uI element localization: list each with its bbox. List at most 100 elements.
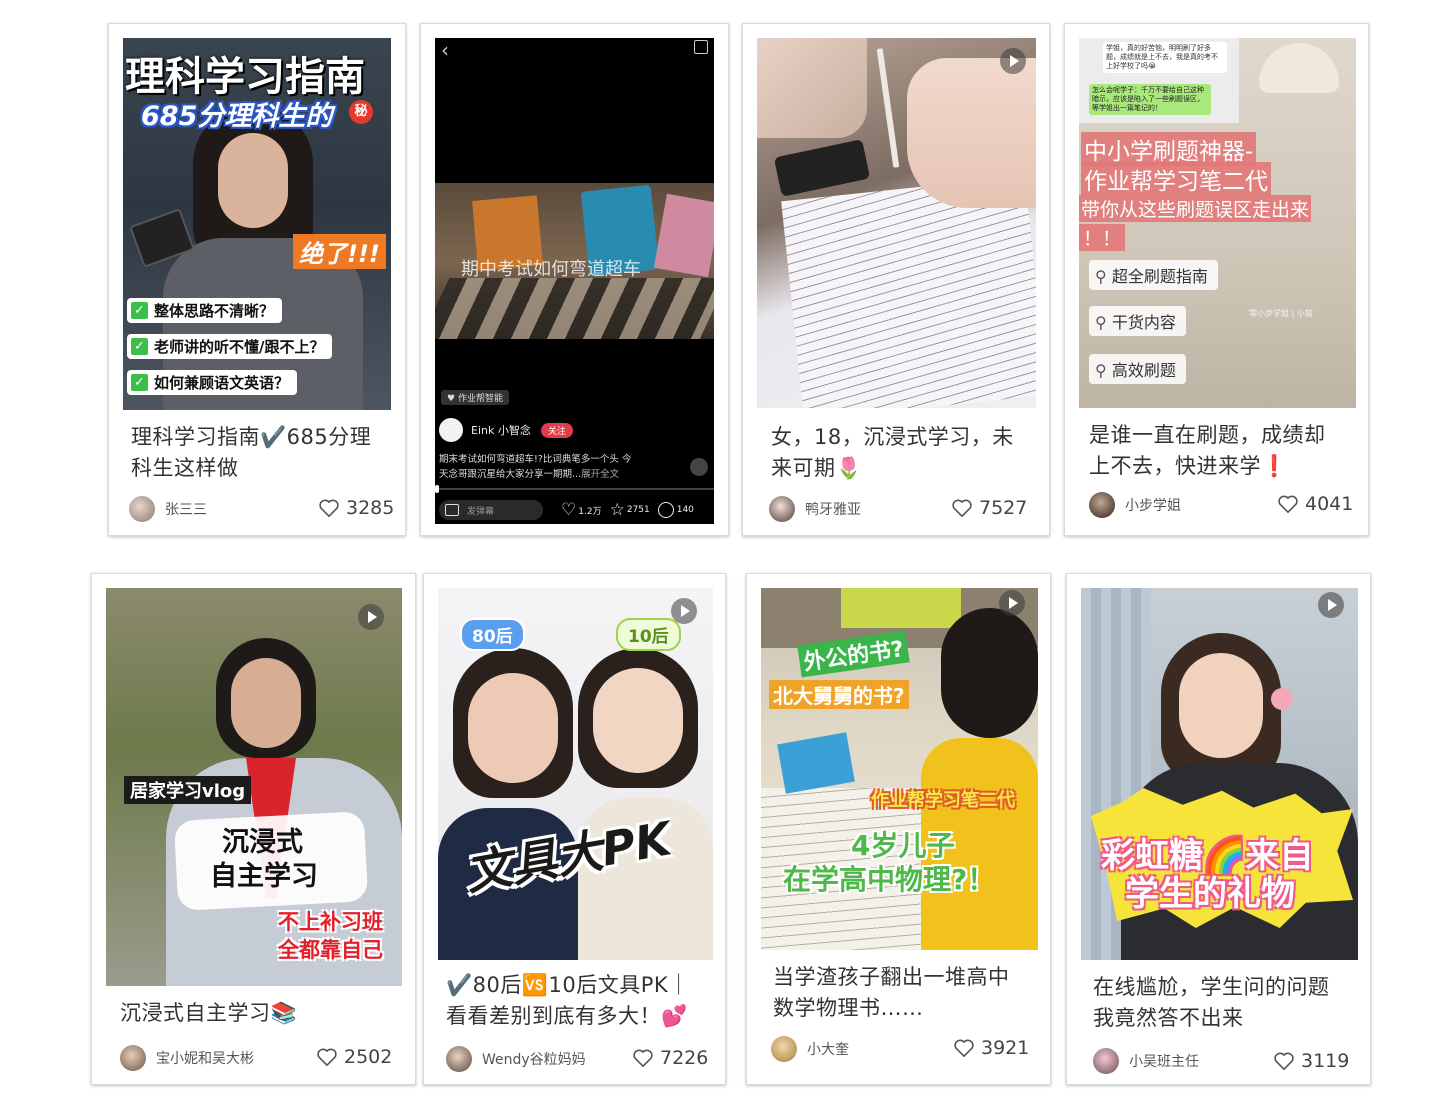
cover-image[interactable]: 居家学习vlog 沉浸式 自主学习 不上补习班 全都靠自己 bbox=[106, 588, 402, 986]
checkbox-icon: ✓ bbox=[131, 302, 148, 319]
like-button[interactable]: 3119 bbox=[1273, 1050, 1349, 1072]
checklist-item: ✓ 如何兼顾语文英语？ bbox=[127, 370, 298, 395]
cover-red-text: 不上补习班 bbox=[278, 910, 383, 934]
channel-name: Eink 小智念 bbox=[471, 424, 531, 437]
note-title[interactable]: 当学渣孩子翻出一堆高中 数学物理书…… bbox=[773, 962, 1038, 1024]
note-title[interactable]: 在线尴尬，学生问的问题 我竟然答不出来 bbox=[1093, 972, 1358, 1034]
progress-bar[interactable] bbox=[435, 485, 714, 493]
note-card[interactable]: 理科学习指南 685分理科生的 秘 绝了!!! ✓ 整体思路不清晰？ ✓ 老师讲的听… bbox=[108, 23, 406, 536]
video-description[interactable]: 期末考试如何弯道超车!?比词典笔多一个头 今 天念哥跟沉星给大家分享一期期...… bbox=[439, 452, 701, 482]
share-icon[interactable] bbox=[694, 40, 708, 54]
follow-button[interactable]: 关注 bbox=[540, 422, 573, 438]
author[interactable]: 张三三 bbox=[129, 496, 207, 522]
author-name: 小吴班主任 bbox=[1129, 1054, 1199, 1070]
like-button[interactable]: 7527 bbox=[951, 497, 1027, 519]
cover-big-text: 在学高中物理?！ bbox=[783, 863, 996, 896]
heart-icon bbox=[319, 499, 339, 517]
author[interactable]: 宝小妮和吴大彬 bbox=[120, 1045, 254, 1071]
note-card[interactable]: 居家学习vlog 沉浸式 自主学习 不上补习班 全都靠自己 沉浸式自主学习📚 宝… bbox=[91, 573, 416, 1085]
star-icon[interactable]: ☆ bbox=[610, 500, 625, 520]
author[interactable]: 小大奎 bbox=[771, 1036, 849, 1062]
note-card[interactable]: 学姐，真的好苦恼，明明刷了好多题，成绩就是上不去，我是真的考不上好学校了吗😭 怎… bbox=[1064, 23, 1369, 536]
author[interactable]: 鸭牙雅亚 bbox=[769, 496, 861, 522]
pin-tag: ⚲ 高效刷题 bbox=[1089, 354, 1186, 384]
cover-image[interactable]: 学姐，真的好苦恼，明明刷了好多题，成绩就是上不去，我是真的考不上好学校了吗😭 怎… bbox=[1079, 38, 1356, 408]
video-caption: 期中考试如何弯道超车 bbox=[461, 259, 641, 280]
author-name: 张三三 bbox=[165, 502, 207, 518]
location-pin-icon: ⚲ bbox=[1095, 267, 1112, 286]
note-title[interactable]: 女，18，沉浸式学习，未 来可期🌷 bbox=[771, 422, 1031, 484]
play-icon[interactable] bbox=[1000, 48, 1026, 74]
note-card[interactable]: 彩虹糖🌈来自 学生的礼物 在线尴尬，学生问的问题 我竟然答不出来 小吴班主任 31… bbox=[1066, 573, 1371, 1085]
author[interactable]: 小吴班主任 bbox=[1093, 1048, 1199, 1074]
note-card[interactable]: ‹ 期中考试如何弯道超车 ♥ 作业帮智能 Eink 小智念 关注 期末考试如何弯… bbox=[420, 23, 729, 536]
heart-icon bbox=[633, 1049, 653, 1067]
avatar bbox=[771, 1036, 797, 1062]
video-frame[interactable]: 期中考试如何弯道超车 bbox=[435, 183, 714, 339]
checkbox-icon: ✓ bbox=[131, 374, 148, 391]
play-icon[interactable] bbox=[358, 604, 384, 630]
like-count: 3119 bbox=[1301, 1050, 1350, 1072]
author-name: 小步学姐 bbox=[1125, 498, 1181, 514]
note-title[interactable]: 沉浸式自主学习📚 bbox=[120, 998, 400, 1029]
cover-big-text: 学生的礼物 bbox=[1125, 874, 1295, 914]
like-button[interactable]: 7226 bbox=[632, 1047, 708, 1069]
cover-image[interactable]: 外公的书? 北大舅舅的书? 作业帮学习笔二代 4岁儿子 在学高中物理?！ bbox=[761, 588, 1038, 950]
checklist-item: ✓ 老师讲的听不懂/跟不上？ bbox=[127, 334, 333, 359]
note-card[interactable]: 80后 10后 文具大PK ✔️80后🆚10后文具PK｜ 看看差别到底有多大！💕 … bbox=[423, 573, 726, 1085]
avatar bbox=[446, 1046, 472, 1072]
cover-image[interactable]: 理科学习指南 685分理科生的 秘 绝了!!! ✓ 整体思路不清晰？ ✓ 老师讲的听… bbox=[123, 38, 391, 410]
video-player[interactable]: ‹ 期中考试如何弯道超车 ♥ 作业帮智能 Eink 小智念 关注 期末考试如何弯… bbox=[435, 38, 714, 524]
video-actions: ♡ 1.2万 ☆ 2751 140 bbox=[561, 500, 694, 520]
like-count: 2502 bbox=[344, 1046, 393, 1068]
like-button[interactable]: 3921 bbox=[953, 1037, 1029, 1059]
author-name: 鸭牙雅亚 bbox=[805, 502, 861, 518]
expand-link[interactable]: 展开全文 bbox=[581, 469, 619, 480]
cover-line: 带你从这些刷题误区走出来 bbox=[1079, 195, 1312, 222]
cover-image[interactable] bbox=[757, 38, 1036, 408]
cover-question: 北大舅舅的书? bbox=[769, 680, 909, 709]
avatar bbox=[120, 1045, 146, 1071]
note-title[interactable]: 是谁一直在刷题，成绩却 上不去，快进来学❗ bbox=[1089, 420, 1354, 482]
fullscreen-icon[interactable] bbox=[690, 458, 708, 476]
heart-icon[interactable]: ♡ bbox=[561, 500, 576, 520]
comment-icon[interactable] bbox=[657, 502, 674, 518]
avatar bbox=[769, 496, 795, 522]
like-button[interactable]: 3285 bbox=[318, 497, 394, 519]
author[interactable]: Wendy谷粒妈妈 bbox=[446, 1046, 586, 1072]
like-count: 4041 bbox=[1305, 493, 1354, 515]
play-icon[interactable] bbox=[999, 590, 1025, 616]
cover-image[interactable]: 彩虹糖🌈来自 学生的礼物 bbox=[1081, 588, 1358, 960]
like-count: 7527 bbox=[979, 497, 1028, 519]
chat-bubble: 学姐，真的好苦恼，明明刷了好多题，成绩就是上不去，我是真的考不上好学校了吗😭 bbox=[1103, 42, 1227, 73]
checkbox-icon: ✓ bbox=[131, 338, 148, 355]
author[interactable]: 小步学姐 bbox=[1089, 492, 1181, 518]
note-title[interactable]: 理科学习指南✔️685分理 科生这样做 bbox=[131, 422, 396, 484]
back-icon[interactable]: ‹ bbox=[441, 38, 449, 62]
cover-line: 中小学刷题神器- bbox=[1081, 132, 1257, 166]
like-count: 3921 bbox=[981, 1037, 1030, 1059]
heart-icon bbox=[1278, 495, 1298, 513]
channel-avatar bbox=[439, 418, 463, 442]
note-title[interactable]: ✔️80后🆚10后文具PK｜ 看看差别到底有多大！💕 bbox=[446, 970, 716, 1032]
heart-icon bbox=[317, 1048, 337, 1066]
like-count: 3285 bbox=[346, 497, 395, 519]
avatar bbox=[129, 496, 155, 522]
cover-tag: 居家学习vlog bbox=[124, 776, 252, 804]
note-card[interactable]: 外公的书? 北大舅舅的书? 作业帮学习笔二代 4岁儿子 在学高中物理?！ 当学渣… bbox=[746, 573, 1051, 1085]
checklist-item: ✓ 整体思路不清晰？ bbox=[127, 298, 283, 323]
note-card[interactable]: 女，18，沉浸式学习，未 来可期🌷 鸭牙雅亚 7527 bbox=[742, 23, 1050, 536]
author-name: 小大奎 bbox=[807, 1042, 849, 1058]
channel-row[interactable]: Eink 小智念 关注 bbox=[439, 418, 573, 442]
danmaku-input[interactable]: 发弹幕 bbox=[439, 500, 543, 520]
seal-badge: 秘 bbox=[349, 100, 373, 124]
like-button[interactable]: 2502 bbox=[316, 1046, 392, 1068]
like-button[interactable]: 4041 bbox=[1277, 493, 1353, 515]
avatar bbox=[1089, 492, 1115, 518]
play-icon[interactable] bbox=[1318, 592, 1344, 618]
wow-label: 绝了!!! bbox=[293, 234, 386, 269]
cover-subhead: 685分理科生的 bbox=[141, 101, 333, 132]
author-name: 宝小妮和吴大彬 bbox=[156, 1051, 254, 1067]
watermark: 零小步学姐 | 小猫 bbox=[1249, 309, 1313, 318]
cover-image[interactable]: 80后 10后 文具大PK bbox=[438, 588, 713, 960]
